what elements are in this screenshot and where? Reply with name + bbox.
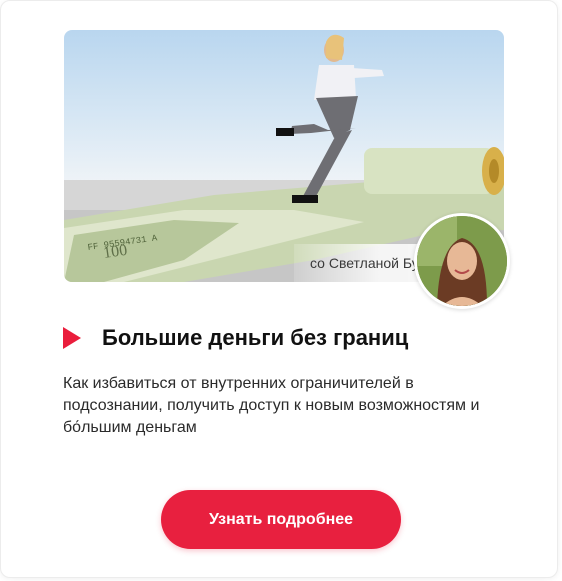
course-card: 100 FF 95594731 A со Светланой Бугелой Б…	[0, 0, 558, 578]
course-description: Как избавиться от внутренних ограничител…	[63, 375, 480, 436]
course-title: Большие деньги без границ	[102, 325, 409, 350]
play-icon	[63, 327, 81, 349]
learn-more-button[interactable]: Узнать подробнее	[161, 490, 401, 549]
course-title-row: Большие деньги без границ	[63, 323, 408, 353]
presenter-avatar	[414, 213, 510, 309]
